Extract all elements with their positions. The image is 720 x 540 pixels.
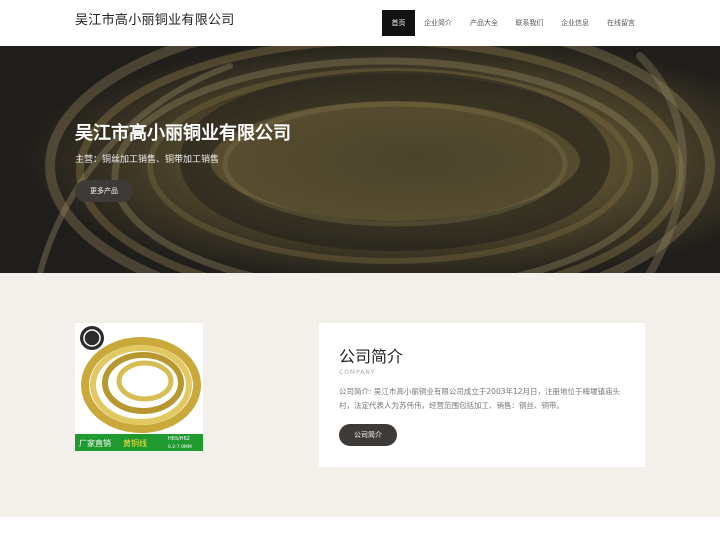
banner-spec-top: H65/H62 <box>168 436 190 442</box>
hero-subtitle: 主营：铜丝加工销售、铜带加工销售 <box>75 155 220 165</box>
nav-item-message[interactable]: 在线留言 <box>598 10 644 36</box>
more-products-button[interactable]: 更多产品 <box>75 180 133 202</box>
banner-text-left: 厂家直销 <box>79 438 111 448</box>
banner-text-right: 黄铜线 <box>123 438 147 448</box>
nav-item-about[interactable]: 企业简介 <box>415 10 461 36</box>
about-button[interactable]: 公司简介 <box>339 424 397 446</box>
footer-strip <box>0 517 720 540</box>
about-subtitle: COMPANY <box>339 369 376 376</box>
brass-wire-product-image[interactable]: 厂家直销 黄铜线 H65/H62 0.2-7.0MM <box>75 323 203 451</box>
site-header: 吴江市高小丽铜业有限公司 首页 企业简介 产品大全 联系我们 企业信息 在线留言 <box>0 0 720 46</box>
about-section: 厂家直销 黄铜线 H65/H62 0.2-7.0MM 公司简介 COMPANY … <box>0 273 720 517</box>
nav-item-home[interactable]: 首页 <box>382 10 415 36</box>
about-text: 公司简介: 吴江市高小丽铜业有限公司成立于2003年12月日，注册地位于梅堰镇庙… <box>339 387 621 410</box>
main-nav: 首页 企业简介 产品大全 联系我们 企业信息 在线留言 <box>382 10 644 36</box>
nav-item-products[interactable]: 产品大全 <box>461 10 507 36</box>
site-logo[interactable]: 吴江市高小丽铜业有限公司 <box>75 9 235 28</box>
banner-spec-bottom: 0.2-7.0MM <box>168 444 192 450</box>
about-title: 公司简介 <box>339 347 404 366</box>
about-card: 公司简介 COMPANY 公司简介: 吴江市高小丽铜业有限公司成立于2003年1… <box>319 323 645 467</box>
hero-title: 吴江市高小丽铜业有限公司 <box>75 123 291 144</box>
nav-item-contact[interactable]: 联系我们 <box>507 10 552 36</box>
nav-item-info[interactable]: 企业信息 <box>552 10 598 36</box>
hero-banner: 吴江市高小丽铜业有限公司 主营：铜丝加工销售、铜带加工销售 更多产品 <box>0 46 720 273</box>
brass-wire-coil-illustration: 厂家直销 黄铜线 H65/H62 0.2-7.0MM <box>75 323 203 451</box>
